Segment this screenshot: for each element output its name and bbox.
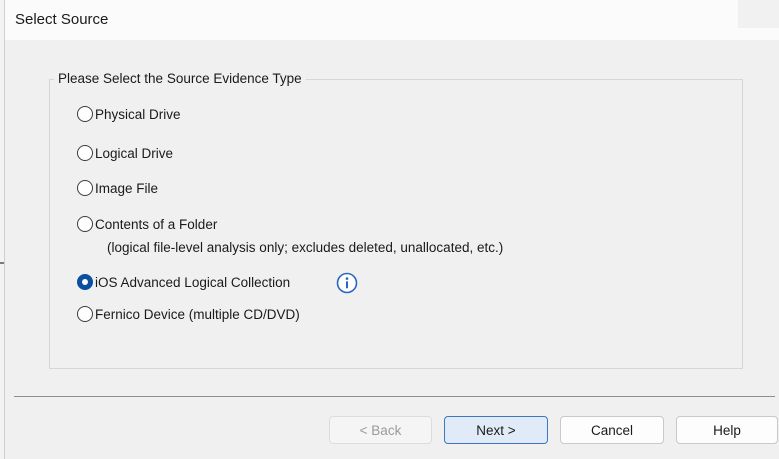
radio-physical-drive[interactable] (77, 106, 93, 122)
cancel-button[interactable]: Cancel (560, 416, 664, 444)
option-label: Image File (95, 180, 159, 196)
option-label: Physical Drive (95, 106, 181, 122)
option-logical-drive[interactable]: Logical Drive (77, 145, 173, 161)
next-button[interactable]: Next > (444, 416, 548, 444)
option-physical-drive[interactable]: Physical Drive (77, 106, 181, 122)
folder-option-note: (logical file-level analysis only; exclu… (107, 240, 504, 255)
groupbox-label: Please Select the Source Evidence Type (54, 71, 306, 86)
info-circle-icon[interactable] (336, 272, 358, 294)
radio-image-file[interactable] (77, 180, 93, 196)
radio-logical-drive[interactable] (77, 145, 93, 161)
radio-contents-of-folder[interactable] (77, 216, 93, 232)
option-ios-advanced-logical[interactable]: iOS Advanced Logical Collection (77, 274, 290, 290)
option-label: Contents of a Folder (95, 216, 218, 232)
back-button[interactable]: < Back (329, 416, 432, 444)
dialog-title: Select Source (15, 11, 109, 28)
footer-divider (14, 396, 775, 397)
title-bar-control-area (738, 0, 779, 28)
option-label: Logical Drive (95, 145, 174, 161)
radio-fernico-device[interactable] (77, 306, 93, 322)
title-bar: Select Source (5, 0, 779, 40)
option-fernico-device[interactable]: Fernico Device (multiple CD/DVD) (77, 306, 300, 322)
help-button[interactable]: Help (676, 416, 778, 444)
option-image-file[interactable]: Image File (77, 180, 158, 196)
option-contents-of-folder[interactable]: Contents of a Folder (77, 216, 217, 232)
option-label: iOS Advanced Logical Collection (95, 274, 291, 290)
option-label: Fernico Device (multiple CD/DVD) (95, 306, 300, 322)
radio-ios-advanced-logical[interactable] (77, 274, 93, 290)
